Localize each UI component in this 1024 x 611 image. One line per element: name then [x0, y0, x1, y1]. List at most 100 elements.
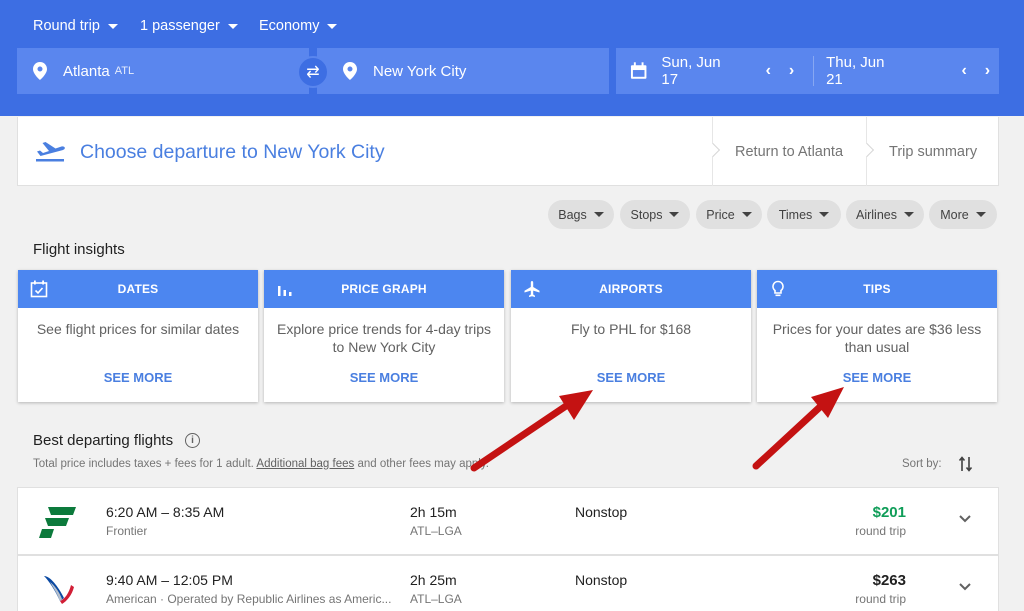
flight-stops: Nonstop	[575, 504, 628, 520]
filter-airlines[interactable]: Airlines	[846, 200, 924, 229]
price-type: round trip	[855, 592, 906, 606]
flight-times: 9:40 AM – 12:05 PM	[106, 572, 233, 588]
filter-stops[interactable]: Stops	[620, 200, 690, 229]
insight-card-airports[interactable]: AIRPORTS Fly to PHL for $168 SEE MORE	[511, 270, 751, 402]
destination-city: New York City	[373, 62, 467, 80]
insight-card-price-graph[interactable]: PRICE GRAPH Explore price trends for 4-d…	[264, 270, 504, 402]
filter-label: Bags	[558, 207, 587, 222]
passenger-label: 1 passenger	[140, 18, 220, 34]
card-text: Fly to PHL for $168	[570, 321, 692, 337]
see-more-link[interactable]: SEE MORE	[757, 370, 997, 385]
insight-card-tips[interactable]: TIPS Prices for your dates are $36 less …	[757, 270, 997, 402]
location-pin-icon	[33, 62, 47, 80]
filter-bags[interactable]: Bags	[548, 200, 614, 229]
origin-code: ATL	[114, 65, 135, 77]
chevron-down-icon[interactable]	[958, 582, 972, 592]
insights-title: Flight insights	[33, 241, 125, 258]
bar-chart-icon	[278, 286, 292, 296]
return-prev-button[interactable]: ‹	[953, 62, 976, 80]
date-divider	[813, 56, 815, 86]
filter-price[interactable]: Price	[696, 200, 762, 229]
flight-route: ATL–LGA	[410, 524, 462, 538]
airline-name: Frontier	[106, 524, 148, 538]
destination-field[interactable]: New York City	[317, 48, 609, 94]
step-return[interactable]: Return to Atlanta	[705, 117, 866, 186]
caret-down-icon	[904, 212, 914, 217]
location-pin-icon	[343, 62, 357, 80]
card-header: DATES	[18, 270, 258, 308]
swap-button[interactable]: ⇄	[297, 56, 329, 88]
flight-duration: 2h 25m	[410, 572, 457, 588]
american-logo-icon	[44, 576, 74, 604]
caret-down-icon	[819, 212, 830, 217]
step-return-label: Return to Atlanta	[735, 143, 844, 160]
card-title: AIRPORTS	[599, 282, 663, 296]
flight-row[interactable]: 6:20 AM – 8:35 AM Frontier 2h 15m ATL–LG…	[17, 487, 999, 555]
see-more-link[interactable]: SEE MORE	[18, 370, 258, 385]
search-header: Round trip 1 passenger Economy Atlanta A…	[0, 0, 1024, 116]
price-type: round trip	[855, 524, 906, 538]
flight-route: ATL–LGA	[410, 592, 462, 606]
caret-down-icon	[593, 212, 604, 217]
caret-down-icon	[227, 23, 238, 29]
date-field[interactable]: Sun, Jun 17 ‹ › Thu, Jun 21 ‹ ›	[616, 48, 999, 94]
trip-type-select[interactable]: Round trip	[33, 16, 118, 36]
return-next-button[interactable]: ›	[976, 62, 999, 80]
card-title: TIPS	[863, 282, 891, 296]
origin-field[interactable]: Atlanta ATL	[17, 48, 309, 94]
passenger-select[interactable]: 1 passenger	[140, 16, 238, 36]
sort-icon[interactable]	[958, 455, 974, 473]
price-note-suffix: and other fees may apply.	[357, 458, 489, 470]
return-date[interactable]: Thu, Jun 21	[826, 54, 903, 88]
step-summary[interactable]: Trip summary	[859, 117, 1000, 186]
filter-label: Times	[778, 207, 813, 222]
origin-city: Atlanta	[63, 62, 110, 80]
insight-card-dates[interactable]: DATES See flight prices for similar date…	[18, 270, 258, 402]
flight-stops: Nonstop	[575, 572, 628, 588]
card-text: Prices for your dates are $36 less than …	[772, 321, 982, 355]
price-note-text: Total price includes taxes + fees for 1 …	[33, 458, 254, 470]
cabin-select[interactable]: Economy	[259, 16, 338, 36]
caret-down-icon	[327, 23, 338, 29]
card-header: PRICE GRAPH	[264, 270, 504, 308]
sort-label: Sort by:	[902, 458, 942, 470]
swap-arrows-icon: ⇄	[306, 64, 320, 81]
filter-label: Price	[706, 207, 735, 222]
trip-type-label: Round trip	[33, 18, 100, 34]
flight-price: $263	[872, 572, 906, 589]
calendar-icon	[30, 280, 48, 298]
filter-label: More	[940, 207, 969, 222]
info-icon[interactable]: i	[185, 433, 200, 448]
calendar-icon	[630, 62, 647, 79]
filter-more[interactable]: More	[929, 200, 997, 229]
caret-down-icon	[107, 23, 118, 29]
card-text: See flight prices for similar dates	[36, 321, 240, 337]
page-title: Choose departure to New York City	[80, 141, 385, 163]
lightbulb-icon	[772, 280, 784, 297]
card-header: TIPS	[757, 270, 997, 308]
filter-label: Stops	[630, 207, 663, 222]
flight-row[interactable]: 9:40 AM – 12:05 PM American · Operated b…	[17, 555, 999, 611]
best-flights-title: Best departing flights	[33, 432, 174, 449]
see-more-link[interactable]: SEE MORE	[264, 370, 504, 385]
depart-next-button[interactable]: ›	[780, 62, 803, 80]
caret-down-icon	[741, 212, 752, 217]
bag-fees-link[interactable]: Additional bag fees	[256, 458, 354, 470]
depart-date[interactable]: Sun, Jun 17	[661, 54, 738, 88]
frontier-logo-icon	[39, 507, 76, 538]
step-bar: Choose departure to New York City Return…	[17, 117, 999, 186]
card-title: DATES	[117, 282, 159, 296]
airplane-icon	[524, 281, 540, 297]
caret-down-icon	[669, 212, 680, 217]
flight-times: 6:20 AM – 8:35 AM	[106, 504, 225, 520]
card-title: PRICE GRAPH	[341, 282, 427, 296]
chevron-down-icon[interactable]	[958, 514, 972, 524]
card-header: AIRPORTS	[511, 270, 751, 308]
cabin-label: Economy	[259, 18, 320, 34]
caret-down-icon	[975, 212, 986, 217]
filter-times[interactable]: Times	[767, 200, 841, 229]
chevron-right-icon	[705, 142, 721, 158]
depart-prev-button[interactable]: ‹	[757, 62, 780, 80]
filter-label: Airlines	[856, 207, 897, 222]
see-more-link[interactable]: SEE MORE	[511, 370, 751, 385]
